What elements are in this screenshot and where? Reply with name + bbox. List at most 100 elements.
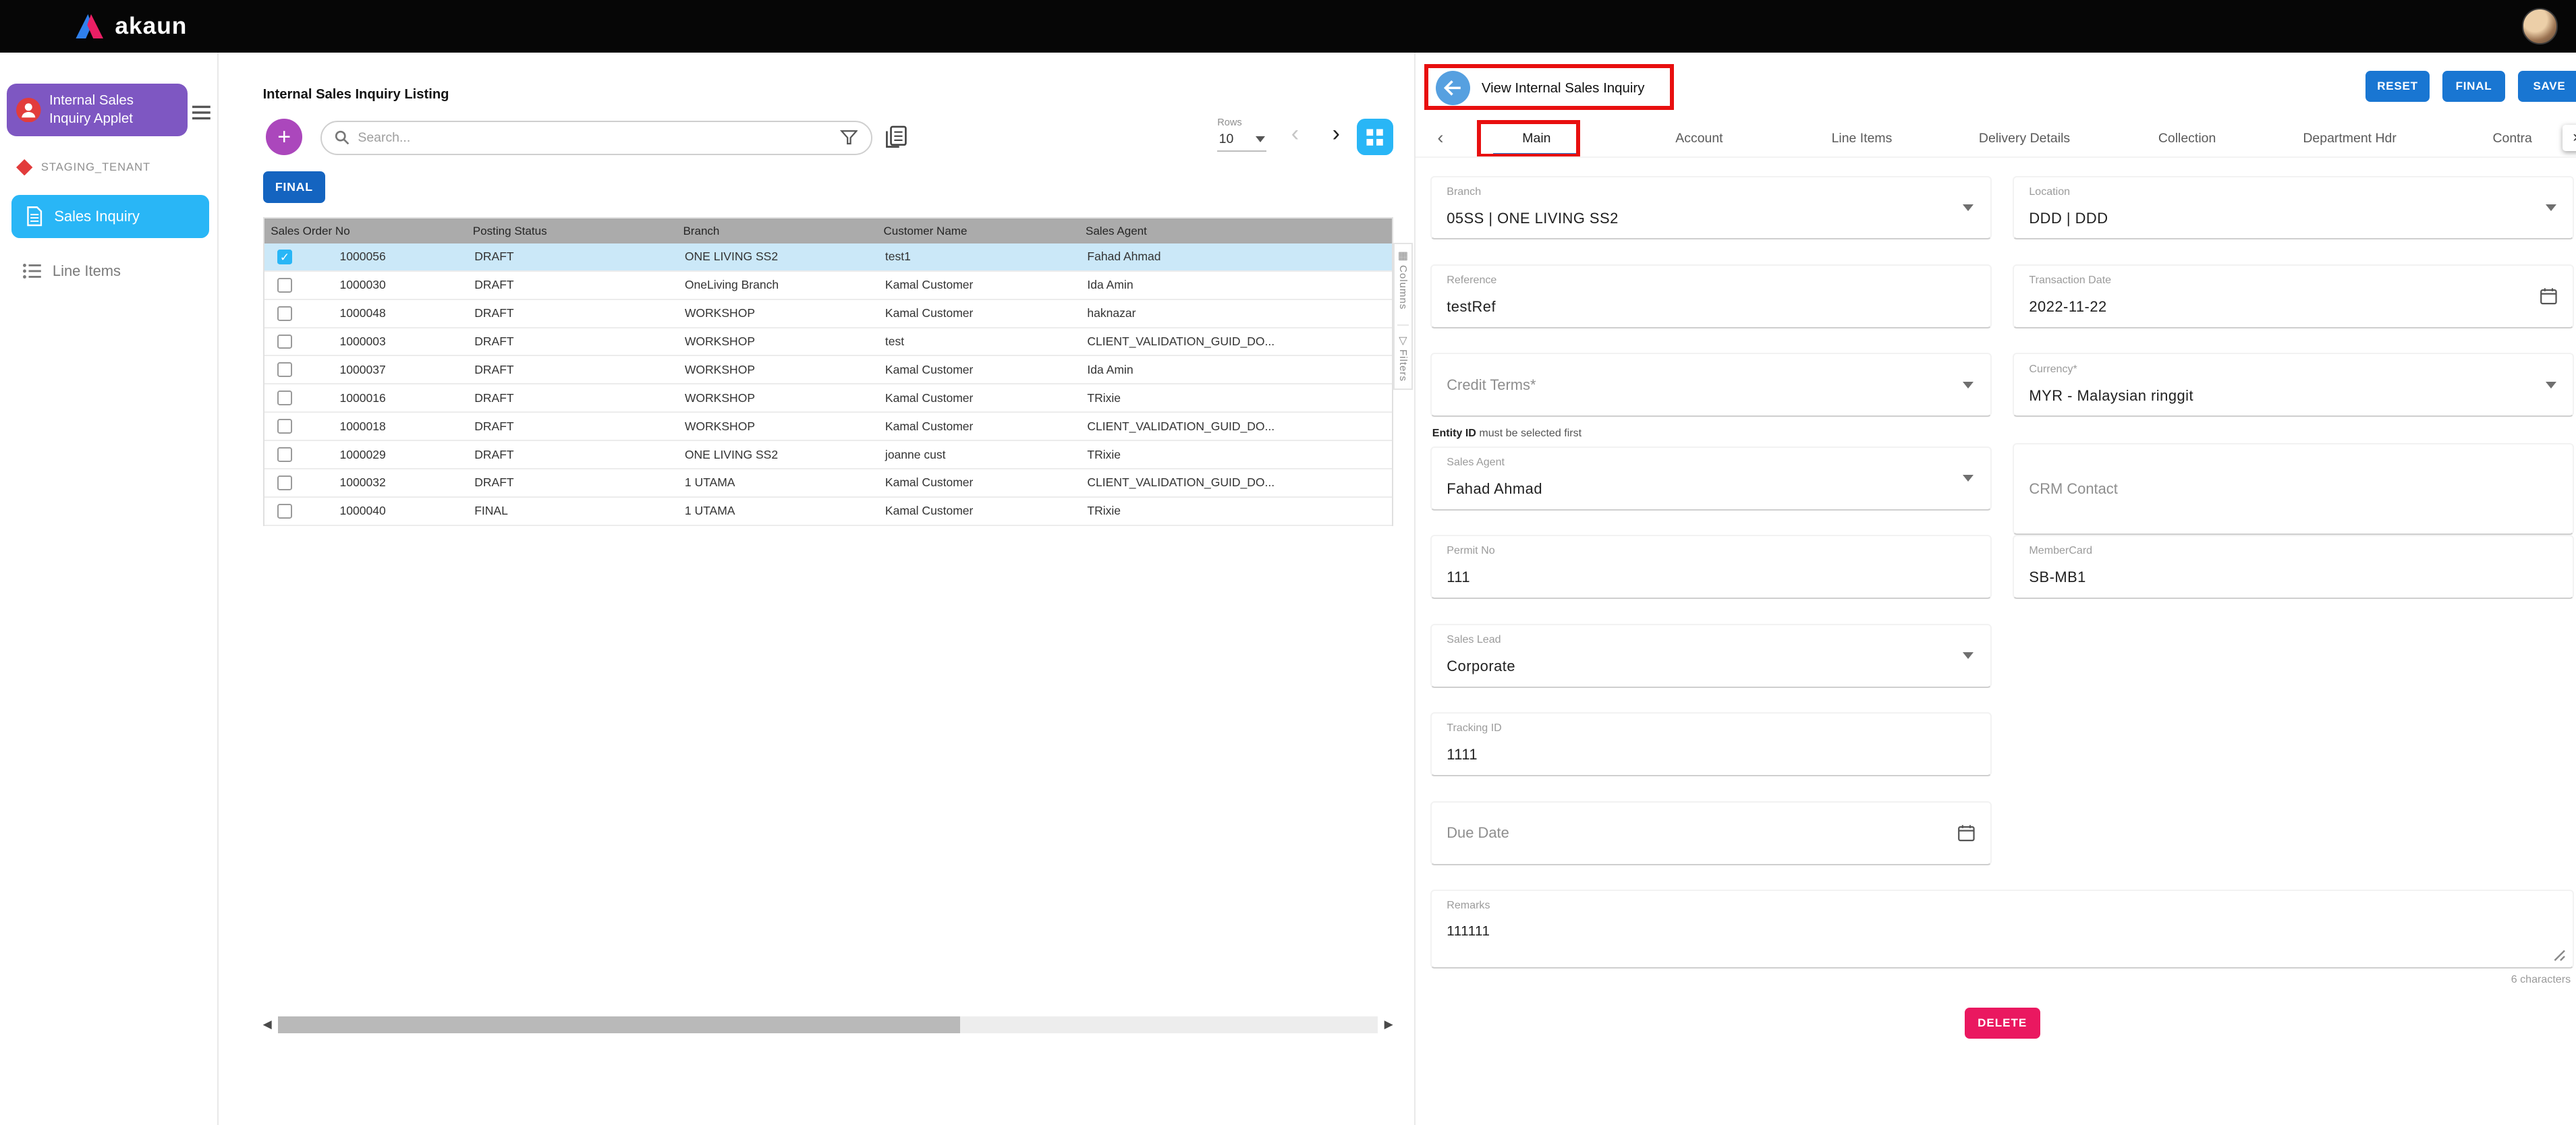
avatar[interactable] <box>2521 8 2558 45</box>
row-checkbox[interactable]: ✓ <box>277 503 292 519</box>
cell-customer-name: Kamal Customer <box>885 391 974 405</box>
tracking-id-field[interactable]: Tracking ID 1111 <box>1430 712 1992 777</box>
delete-button[interactable]: DELETE <box>1964 1007 2040 1039</box>
sidebar-item-tenant[interactable]: STAGING_TENANT <box>16 158 217 176</box>
tab-department-hdr[interactable]: Department Hdr <box>2268 120 2431 156</box>
tab-line-items[interactable]: Line Items <box>1781 120 1943 156</box>
scroll-right-icon[interactable]: ▶ <box>1384 1018 1393 1031</box>
list-copy-icon[interactable] <box>885 125 907 148</box>
permit-no-field[interactable]: Permit No 111 <box>1430 535 1992 600</box>
chevron-down-icon <box>2545 382 2556 389</box>
branch-field[interactable]: Branch 05SS | ONE LIVING SS2 <box>1430 175 1992 240</box>
sidebar-item-sales-inquiry[interactable]: Sales Inquiry <box>11 195 209 238</box>
transaction-date-field[interactable]: Transaction Date 2022-11-22 <box>2013 264 2574 328</box>
cell-sales-agent: TRixie <box>1087 391 1121 405</box>
table-row[interactable]: ✓ 1000037 DRAFT WORKSHOP Kamal Customer Ida A… <box>264 356 1392 385</box>
row-checkbox[interactable]: ✓ <box>277 362 292 378</box>
table-row[interactable]: ✓ 1000032 DRAFT 1 UTAMA Kamal Customer CLIENT… <box>264 469 1392 498</box>
filters-tab[interactable]: ▽ Filters <box>1397 324 1409 382</box>
row-checkbox[interactable]: ✓ <box>277 391 292 406</box>
location-field[interactable]: Location DDD | DDD <box>2013 175 2574 240</box>
filter-icon[interactable] <box>839 129 858 146</box>
table-row[interactable]: ✓ 1000056 DRAFT ONE LIVING SS2 test1 Fahad Ah… <box>264 243 1392 272</box>
tab-delivery-details[interactable]: Delivery Details <box>1943 120 2106 156</box>
column-header[interactable]: Branch <box>677 225 877 238</box>
table-body: ✓ 1000056 DRAFT ONE LIVING SS2 test1 Fahad Ah… <box>264 243 1392 526</box>
tab-account[interactable]: Account <box>1618 120 1781 156</box>
cell-posting-status: DRAFT <box>474 278 514 292</box>
search-input[interactable] <box>358 129 832 146</box>
row-checkbox[interactable]: ✓ <box>277 277 292 293</box>
sidebar-item-line-items[interactable]: Line Items <box>23 262 217 280</box>
reset-button[interactable]: RESET <box>2365 70 2430 102</box>
membercard-field[interactable]: MemberCard SB-MB1 <box>2013 535 2574 600</box>
remarks-field[interactable]: Remarks 111111 <box>1430 890 2574 969</box>
cell-customer-name: Kamal Customer <box>885 475 974 490</box>
column-header[interactable]: Posting Status <box>466 225 677 238</box>
cell-posting-status: DRAFT <box>474 335 514 348</box>
table-row[interactable]: ✓ 1000040 FINAL 1 UTAMA Kamal Customer TRixie <box>264 497 1392 526</box>
table-row[interactable]: ✓ 1000030 DRAFT OneLiving Branch Kamal Custo… <box>264 271 1392 300</box>
horizontal-scrollbar: ◀ ▶ <box>263 1015 1393 1035</box>
detail-panel: View Internal Sales Inquiry RESET FINAL SA… <box>1414 52 2576 1125</box>
row-checkbox[interactable]: ✓ <box>277 249 292 264</box>
final-button[interactable]: FINAL <box>2442 70 2505 102</box>
columns-tab[interactable]: ▦ Columns <box>1397 251 1409 310</box>
add-button[interactable]: + <box>266 119 302 155</box>
detail-header: View Internal Sales Inquiry RESET FINAL SA… <box>1416 63 2576 111</box>
tab-contra[interactable]: Contra <box>2431 120 2576 156</box>
currency-field[interactable]: Currency* MYR - Malaysian ringgit <box>2013 353 2574 417</box>
detail-form: Branch 05SS | ONE LIVING SS2 Location DD… <box>1416 175 2576 1039</box>
due-date-field[interactable]: Due Date <box>1430 801 1992 865</box>
column-header[interactable]: Customer Name <box>877 225 1079 238</box>
save-button[interactable]: SAVE <box>2518 70 2576 102</box>
resize-handle-icon[interactable] <box>2553 949 2566 962</box>
table-row[interactable]: ✓ 1000003 DRAFT WORKSHOP test CLIENT_VALIDATI… <box>264 328 1392 357</box>
search-box[interactable] <box>320 120 872 155</box>
next-page-button[interactable]: › <box>1333 121 1340 147</box>
sidebar: Internal Sales Inquiry Applet STAGING_TE… <box>0 52 219 1125</box>
calendar-icon[interactable] <box>2540 287 2558 306</box>
cell-customer-name: Kamal Customer <box>885 419 974 433</box>
columns-icon: ▦ <box>1397 250 1408 262</box>
sales-lead-field[interactable]: Sales Lead Corporate <box>1430 623 1992 688</box>
row-checkbox[interactable]: ✓ <box>277 306 292 321</box>
sales-agent-field[interactable]: Sales Agent Fahad Ahmad <box>1430 446 1992 511</box>
row-checkbox[interactable]: ✓ <box>277 334 292 349</box>
crm-contact-field[interactable]: CRM Contact <box>2013 443 2574 536</box>
cell-posting-status: DRAFT <box>474 475 514 490</box>
table-row[interactable]: ✓ 1000029 DRAFT ONE LIVING SS2 joanne cust TR… <box>264 441 1392 469</box>
table-row[interactable]: ✓ 1000048 DRAFT WORKSHOP Kamal Customer hakna… <box>264 299 1392 328</box>
rows-per-page-select[interactable]: Rows 10 <box>1217 117 1273 152</box>
scroll-left-icon[interactable]: ◀ <box>263 1018 272 1031</box>
cell-order-no: 1000056 <box>339 250 386 264</box>
scrollbar-track[interactable] <box>278 1016 1378 1033</box>
app-root: akaun Internal Sales Inquiry Applet STAG… <box>0 0 2576 1125</box>
row-checkbox[interactable]: ✓ <box>277 419 292 434</box>
reference-field[interactable]: Reference testRef <box>1430 264 1992 328</box>
grid-view-button[interactable] <box>1357 119 1393 155</box>
sidebar-item-applet[interactable]: Internal Sales Inquiry Applet <box>6 84 188 136</box>
table-row[interactable]: ✓ 1000018 DRAFT WORKSHOP Kamal Customer CLIEN… <box>264 413 1392 442</box>
row-checkbox[interactable]: ✓ <box>277 475 292 490</box>
tab-collection[interactable]: Collection <box>2106 120 2268 156</box>
cell-posting-status: DRAFT <box>474 419 514 433</box>
cell-sales-agent: CLIENT_VALIDATION_GUID_DO... <box>1087 335 1275 348</box>
scrollbar-thumb[interactable] <box>278 1016 960 1033</box>
empty-cell <box>2013 801 2574 890</box>
calendar-icon[interactable] <box>1957 824 1976 842</box>
row-checkbox[interactable]: ✓ <box>277 447 292 462</box>
tabs-scroll-right-icon[interactable]: › <box>2562 125 2576 151</box>
collapse-menu-icon[interactable] <box>192 97 211 127</box>
final-filter-button[interactable]: FINAL <box>262 171 326 203</box>
column-header[interactable]: Sales Order No <box>264 225 466 238</box>
table-row[interactable]: ✓ 1000016 DRAFT WORKSHOP Kamal Customer TRixi… <box>264 384 1392 413</box>
tab-bar: Main Account Line Items Delivery Details Col… <box>1455 120 2576 156</box>
column-header[interactable]: Sales Agent <box>1079 225 1392 238</box>
tab-main[interactable]: Main <box>1455 120 1618 156</box>
previous-page-button[interactable]: ‹ <box>1291 121 1299 147</box>
credit-terms-field[interactable]: Credit Terms* <box>1430 353 1992 417</box>
tabs-scroll-left-icon[interactable]: ‹ <box>1426 127 1455 148</box>
cell-order-no: 1000037 <box>339 362 386 376</box>
back-button[interactable] <box>1435 70 1470 105</box>
